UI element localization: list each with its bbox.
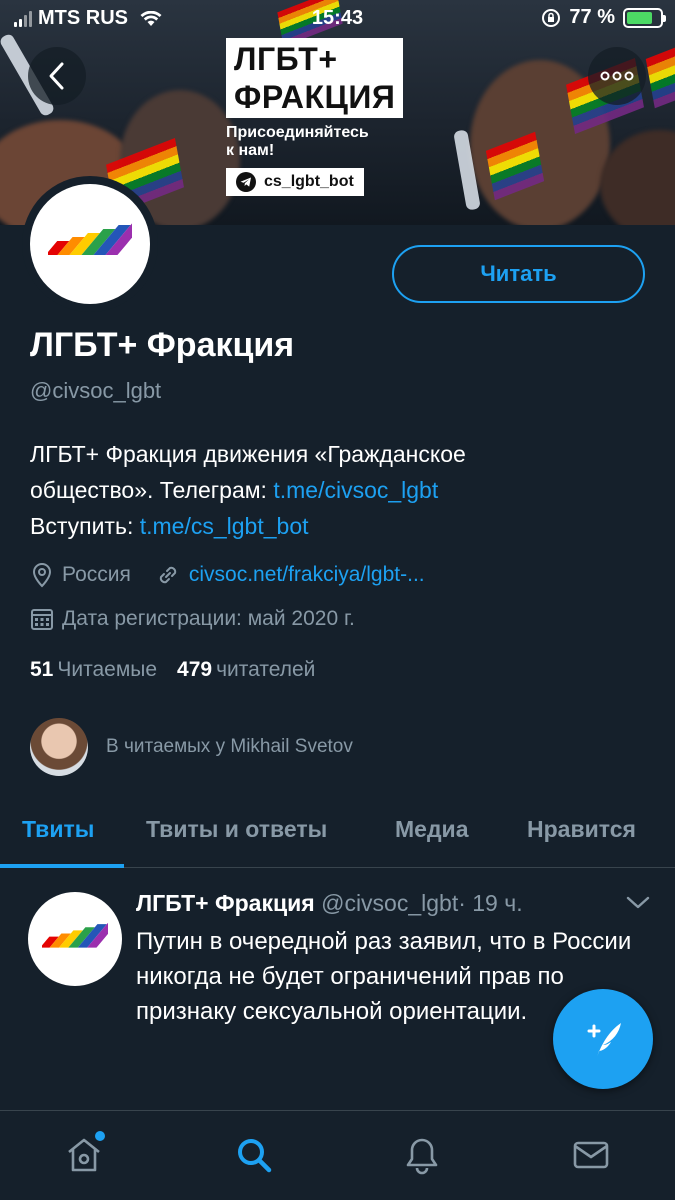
bottom-nav	[0, 1110, 675, 1200]
banner-title: ЛГБТ+ ФРАКЦИЯ	[226, 38, 404, 118]
calendar-icon	[31, 609, 53, 630]
home-notification-dot	[95, 1131, 105, 1141]
tweet-menu-button[interactable]	[626, 896, 650, 915]
profile-bio: ЛГБТ+ Фракция движения «Гражданское обще…	[30, 436, 650, 544]
profile-website-link[interactable]: civsoc.net/frakciya/lgbt-...	[189, 563, 425, 587]
following-count: 51	[30, 658, 54, 681]
status-right: 77 %	[541, 6, 666, 29]
search-icon	[238, 1139, 272, 1173]
banner-bot-name: cs_lgbt_bot	[264, 173, 354, 190]
tweet-avatar[interactable]	[28, 892, 122, 986]
home-icon	[68, 1138, 100, 1172]
more-button[interactable]	[588, 47, 646, 105]
profile-meta-row: Россия civsoc.net/frakciya/lgbt-...	[30, 562, 425, 588]
bio-line-3-text: Вступить:	[30, 513, 140, 539]
follow-counts: 51 Читаемые 479 читателей	[30, 658, 315, 682]
banner-title-line1: ЛГБТ+	[234, 41, 338, 77]
location-pin-icon	[32, 562, 52, 588]
banner-subtitle-line1: Присоединяйтесь	[226, 124, 369, 141]
compose-tweet-button[interactable]	[553, 989, 653, 1089]
followers-label: читателей	[216, 658, 316, 681]
rainbow-logo-icon	[42, 921, 108, 948]
tab-likes[interactable]: Нравится	[527, 816, 636, 843]
followers-count: 479	[177, 658, 213, 681]
profile-avatar[interactable]	[22, 176, 158, 312]
banner-subtitle: Присоединяйтесь к нам!	[226, 124, 456, 160]
battery-percent: 77 %	[569, 6, 615, 28]
profile-location: Россия	[62, 563, 131, 586]
bio-bot-link[interactable]: t.me/cs_lgbt_bot	[140, 513, 309, 539]
bell-icon	[406, 1138, 438, 1175]
chevron-down-icon	[626, 896, 650, 909]
banner-bot-badge: cs_lgbt_bot	[226, 168, 364, 196]
profile-handle: @civsoc_lgbt	[30, 378, 162, 403]
mail-icon	[573, 1141, 609, 1169]
bio-line-1: ЛГБТ+ Фракция движения «Гражданское	[30, 441, 466, 467]
link-icon	[159, 566, 177, 584]
profile-tabs: Твиты Твиты и ответы Медиа Нравится	[0, 800, 675, 868]
followed-by-text: В читаемых у Mikhail Svetov	[106, 736, 353, 757]
status-bar: MTS RUS 15:43 77 %	[0, 0, 675, 36]
banner-title-line2: ФРАКЦИЯ	[234, 78, 396, 116]
followed-by-row[interactable]: В читаемых у Mikhail Svetov	[30, 718, 353, 776]
telegram-icon	[236, 172, 256, 192]
followers-count-link[interactable]: 479 читателей	[177, 658, 315, 682]
bio-line-2-text: общество». Телеграм:	[30, 477, 274, 503]
nav-notifications[interactable]	[400, 1133, 444, 1177]
following-count-link[interactable]: 51 Читаемые	[30, 658, 157, 682]
follow-button[interactable]: Читать	[392, 245, 645, 303]
profile-name: ЛГБТ+ Фракция	[30, 326, 295, 364]
tweet-author[interactable]: ЛГБТ+ Фракция	[136, 890, 315, 916]
tweet-handle: @civsoc_lgbt	[321, 890, 459, 916]
profile-joined-row: Дата регистрации: май 2020 г.	[30, 607, 355, 631]
nav-messages[interactable]	[569, 1133, 613, 1177]
follow-button-label: Читать	[480, 261, 557, 286]
active-tab-indicator	[0, 864, 124, 868]
follower-avatar	[30, 718, 88, 776]
tweet-time: · 19 ч.	[458, 890, 523, 916]
bio-line-2: общество». Телеграм: t.me/civsoc_lgbt	[30, 472, 650, 508]
orientation-lock-icon	[542, 8, 561, 27]
rainbow-logo-icon	[48, 221, 132, 255]
banner-subtitle-line2: к нам!	[226, 142, 275, 159]
compose-tweet-icon	[587, 1023, 621, 1057]
tab-tweets-and-replies[interactable]: Твиты и ответы	[146, 816, 327, 843]
back-button[interactable]	[28, 47, 86, 105]
tweet-header: ЛГБТ+ Фракция @civsoc_lgbt· 19 ч.	[136, 890, 523, 917]
more-horizontal-icon	[600, 71, 634, 81]
following-label: Читаемые	[57, 658, 158, 681]
tab-media[interactable]: Медиа	[395, 816, 468, 843]
bio-line-3: Вступить: t.me/cs_lgbt_bot	[30, 508, 650, 544]
tab-tweets[interactable]: Твиты	[22, 816, 94, 843]
nav-search[interactable]	[232, 1133, 276, 1177]
battery-icon	[623, 7, 666, 28]
profile-joined-date: Дата регистрации: май 2020 г.	[62, 607, 355, 630]
banner-promo: ЛГБТ+ ФРАКЦИЯ Присоединяйтесь к нам! cs_…	[226, 38, 456, 197]
chevron-left-icon	[49, 62, 64, 90]
bio-telegram-link[interactable]: t.me/civsoc_lgbt	[273, 477, 438, 503]
